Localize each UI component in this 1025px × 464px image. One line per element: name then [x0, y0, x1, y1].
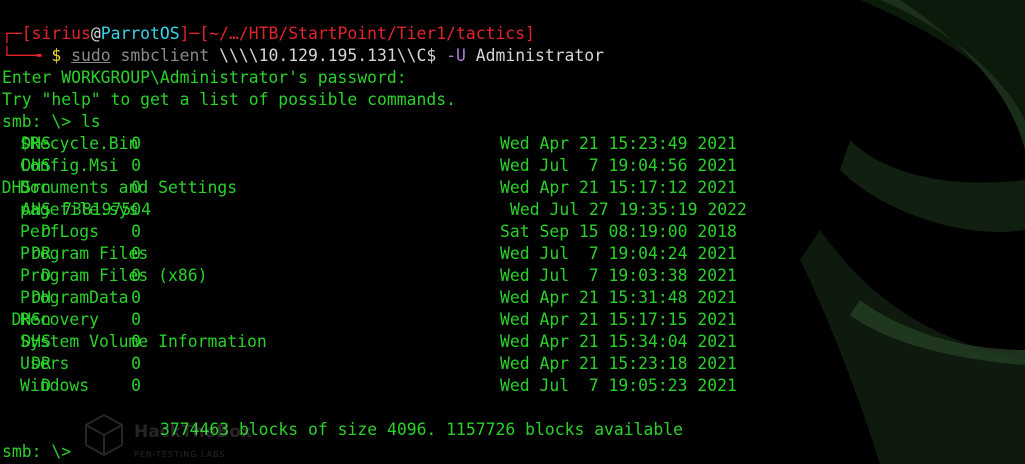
listing-size: 0	[131, 244, 142, 263]
listing-attributes: DH	[31, 288, 52, 307]
listing-date: Wed Jul 7 19:03:38 2021	[500, 266, 737, 285]
listing-size: 0	[131, 354, 142, 373]
prompt-path: ~/…/HTB/StartPoint/Tier1/tactics	[209, 24, 526, 43]
listing-attributes: DHSrn	[1, 178, 52, 197]
prompt-user: sirius	[31, 24, 91, 43]
listing-row: Users DR 0 Wed Apr 21 15:23:18 2021	[2, 353, 737, 375]
terminal-output: Enter WORKGROUP\Administrator's password…	[1, 67, 747, 463]
listing-attributes: AHS	[21, 200, 52, 219]
listing-attributes: DHS	[21, 332, 52, 351]
listing-row: Documents and Settings DHSrn 0 Wed Apr 21 1…	[1, 177, 737, 199]
command-flag: -U	[446, 46, 466, 65]
listing-date: Wed Apr 21 15:17:12 2021	[500, 178, 737, 197]
command-sudo: sudo	[71, 46, 111, 65]
listing-name: PerfLogs	[20, 222, 99, 241]
listing-size: 0	[131, 288, 142, 307]
listing-row: Program Files (x86) D 0 Wed Jul 7 19:03:38 …	[2, 265, 737, 287]
command-name: smbclient	[120, 46, 210, 65]
listing-size: 0	[131, 134, 142, 153]
listing-size: 738197504	[62, 200, 152, 219]
listing-attributes: D	[41, 266, 52, 285]
listing-row: pagefile.sys AHS 738197504 Wed Jul 27 19:35…	[2, 199, 747, 221]
listing-row: PerfLogs D 0 Sat Sep 15 08:19:00 2018	[2, 221, 737, 243]
listing-attributes: DHSn	[11, 310, 52, 329]
directory-listing: $Recycle.Bin DHS 0 Wed Apr 21 15:23:49 2021…	[1, 133, 747, 397]
listing-date: Wed Apr 21 15:31:48 2021	[500, 288, 737, 307]
listing-name: Windows	[20, 376, 90, 395]
listing-date: Wed Apr 21 15:34:04 2021	[500, 332, 737, 351]
blocks-summary-line: 3774463 blocks of size 4096. 1157726 blo…	[160, 420, 684, 439]
listing-attributes: DHS	[21, 156, 52, 175]
listing-size: 0	[131, 266, 142, 285]
listing-date: Wed Apr 21 15:23:18 2021	[500, 354, 737, 373]
listing-name: System Volume Information	[20, 332, 267, 351]
listing-date: Wed Jul 7 19:05:23 2021	[500, 376, 737, 395]
listing-size: 0	[131, 332, 142, 351]
prompt-line-1: ┌─[sirius@ParrotOS]─[~/…/HTB/StartPoint/…	[2, 24, 535, 43]
listing-name: Documents and Settings	[20, 178, 238, 197]
listing-attributes: DR	[31, 354, 52, 373]
listing-size: 0	[131, 310, 142, 329]
prompt-host: ParrotOS	[100, 24, 180, 43]
command-share-arg: \\\\10.129.195.131\\C$	[219, 46, 437, 65]
smb-prompt-line: smb: \>	[2, 442, 72, 461]
listing-attributes: DHS	[21, 134, 52, 153]
listing-date: Wed Jul 27 19:35:19 2022	[510, 200, 747, 219]
help-hint-line: Try "help" to get a list of possible com…	[2, 90, 456, 109]
listing-date: Wed Jul 7 19:04:24 2021	[500, 244, 737, 263]
prompt-line-2: └──╼ $ sudo smbclient \\\\10.129.195.131…	[2, 46, 605, 65]
listing-attributes: DR	[31, 244, 52, 263]
smb-ls-command-line: smb: \> ls	[2, 112, 101, 131]
listing-date: Wed Apr 21 15:23:49 2021	[500, 134, 737, 153]
terminal-window[interactable]: ┌─[sirius@ParrotOS]─[~/…/HTB/StartPoint/…	[0, 0, 1025, 464]
prompt-at: @	[90, 24, 101, 43]
password-prompt-line: Enter WORKGROUP\Administrator's password…	[2, 68, 407, 87]
listing-row: Program Files DR 0 Wed Jul 7 19:04:24 2021	[2, 243, 737, 265]
listing-date: Wed Jul 7 19:04:56 2021	[500, 156, 737, 175]
listing-date: Sat Sep 15 08:19:00 2018	[500, 222, 737, 241]
listing-row: Config.Msi DHS 0 Wed Jul 7 19:04:56 2021	[2, 155, 737, 177]
listing-row: Windows D 0 Wed Jul 7 19:05:23 2021	[2, 375, 737, 397]
listing-size: 0	[131, 376, 142, 395]
listing-row: $Recycle.Bin DHS 0 Wed Apr 21 15:23:49 2021	[2, 133, 737, 155]
listing-date: Wed Apr 21 15:17:15 2021	[500, 310, 737, 329]
command-username: Administrator	[475, 46, 605, 65]
listing-attributes: D	[41, 376, 52, 395]
listing-row: ProgramData DH 0 Wed Apr 21 15:31:48 2021	[2, 287, 737, 309]
listing-size: 0	[131, 178, 142, 197]
prompt-dollar: $	[51, 46, 62, 65]
listing-row: Recovery DHSn 0 Wed Apr 21 15:17:15 2021	[2, 309, 737, 331]
listing-row: System Volume Information DHS 0 Wed Apr 21 …	[2, 331, 737, 353]
listing-size: 0	[131, 222, 142, 241]
listing-size: 0	[131, 156, 142, 175]
listing-attributes: D	[41, 222, 52, 241]
